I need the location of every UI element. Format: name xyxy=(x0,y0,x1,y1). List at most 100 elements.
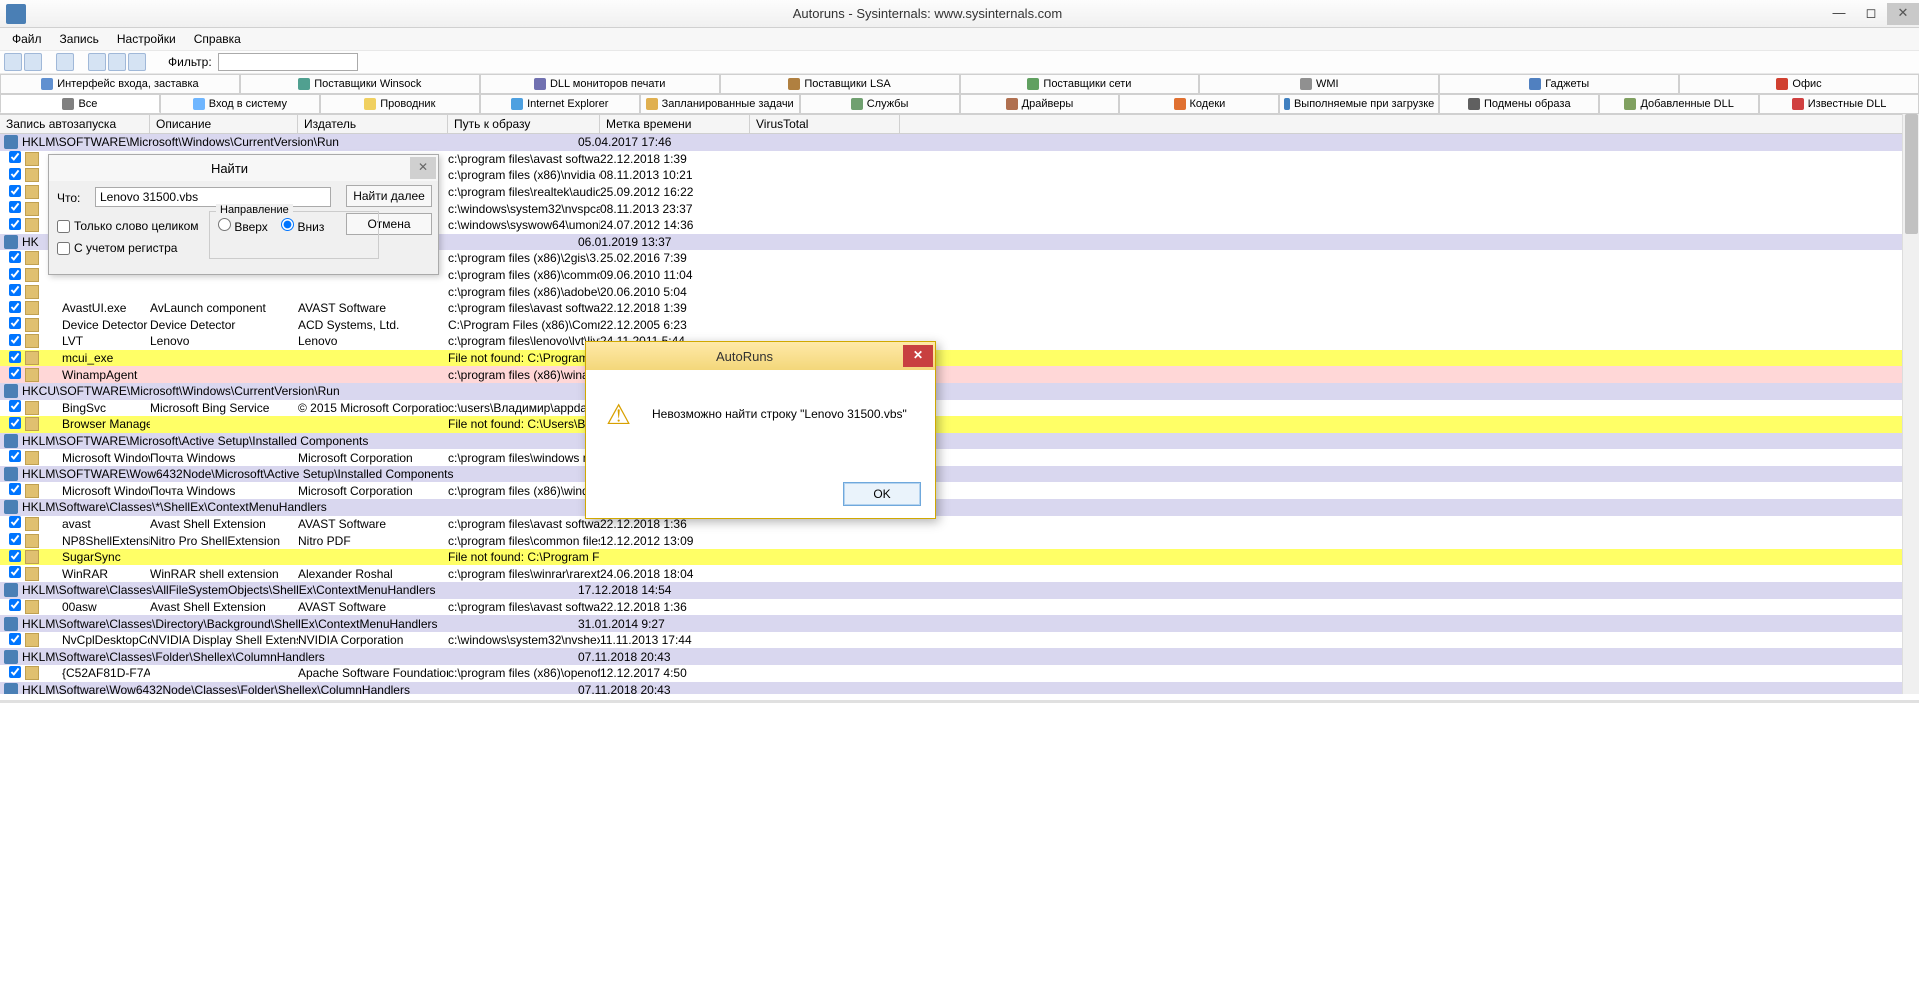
enable-checkbox[interactable] xyxy=(9,251,21,263)
tab-драйверы[interactable]: Драйверы xyxy=(960,94,1120,113)
enable-checkbox[interactable] xyxy=(9,450,21,462)
tab-проводник[interactable]: Проводник xyxy=(320,94,480,113)
registry-key-row[interactable]: HKCU\SOFTWARE\Microsoft\Windows\CurrentV… xyxy=(0,383,1919,400)
tab-internet-explorer[interactable]: Internet Explorer xyxy=(480,94,640,113)
list-item[interactable]: mcui_exeFile not found: C:\Program F xyxy=(0,350,1919,367)
close-button[interactable]: ✕ xyxy=(1887,3,1919,25)
find-next-button[interactable]: Найти далее xyxy=(346,185,432,207)
header-desc[interactable]: Описание xyxy=(150,115,298,133)
registry-key-row[interactable]: HKLM\SOFTWARE\Microsoft\Active Setup\Ins… xyxy=(0,433,1919,450)
message-dialog-close-button[interactable]: ✕ xyxy=(903,345,933,367)
minimize-button[interactable]: — xyxy=(1823,3,1855,25)
list-item[interactable]: 00aswAvast Shell ExtensionAVAST Software… xyxy=(0,599,1919,616)
tab-добавленные-dll[interactable]: Добавленные DLL xyxy=(1599,94,1759,113)
save-icon[interactable] xyxy=(4,53,22,71)
direction-up-radio[interactable]: Вверх xyxy=(218,220,268,234)
tab-dll-мониторов-печати[interactable]: DLL мониторов печати xyxy=(480,74,720,93)
registry-key-row[interactable]: HKLM\Software\Classes\Directory\Backgrou… xyxy=(0,615,1919,632)
list-item[interactable]: c:\program files (x86)\adobe\r...20.06.2… xyxy=(0,283,1919,300)
enable-checkbox[interactable] xyxy=(9,168,21,180)
enable-checkbox[interactable] xyxy=(9,566,21,578)
scrollbar-thumb[interactable] xyxy=(1905,114,1918,234)
find-dialog-title[interactable]: Найти ✕ xyxy=(49,155,438,181)
tab-поставщики-winsock[interactable]: Поставщики Winsock xyxy=(240,74,480,93)
header-pub[interactable]: Издатель xyxy=(298,115,448,133)
enable-checkbox[interactable] xyxy=(9,516,21,528)
tab-офис[interactable]: Офис xyxy=(1679,74,1919,93)
enable-checkbox[interactable] xyxy=(9,599,21,611)
registry-key-row[interactable]: HKLM\SOFTWARE\Wow6432Node\Microsoft\Acti… xyxy=(0,466,1919,483)
enable-checkbox[interactable] xyxy=(9,301,21,313)
header-img[interactable]: Путь к образу xyxy=(448,115,600,133)
list-item[interactable]: BingSvcMicrosoft Bing Service© 2015 Micr… xyxy=(0,400,1919,417)
registry-key-row[interactable]: HKLM\Software\Classes\AllFileSystemObjec… xyxy=(0,582,1919,599)
enable-checkbox[interactable] xyxy=(9,351,21,363)
list-item[interactable]: {C52AF81D-F7A0...Apache Software Foundat… xyxy=(0,665,1919,682)
tab-вход-в-систему[interactable]: Вход в систему xyxy=(160,94,320,113)
enable-checkbox[interactable] xyxy=(9,284,21,296)
tab-интерфейс-входа-заставка[interactable]: Интерфейс входа, заставка xyxy=(0,74,240,93)
menu-settings[interactable]: Настройки xyxy=(109,30,184,48)
registry-key-row[interactable]: HKLM\Software\Classes\Folder\Shellex\Col… xyxy=(0,648,1919,665)
list-item[interactable]: LVTLenovoLenovoc:\program files\lenovo\l… xyxy=(0,333,1919,350)
message-ok-button[interactable]: OK xyxy=(843,482,921,506)
tab-wmi[interactable]: WMI xyxy=(1199,74,1439,93)
tab-гаджеты[interactable]: Гаджеты xyxy=(1439,74,1679,93)
header-ts[interactable]: Метка времени xyxy=(600,115,750,133)
menu-record[interactable]: Запись xyxy=(52,30,107,48)
enable-checkbox[interactable] xyxy=(9,185,21,197)
enable-checkbox[interactable] xyxy=(9,533,21,545)
registry-key-row[interactable]: HKLM\Software\Wow6432Node\Classes\Folder… xyxy=(0,682,1919,694)
enable-checkbox[interactable] xyxy=(9,483,21,495)
menu-file[interactable]: Файл xyxy=(4,30,50,48)
list-item[interactable]: SugarSyncFile not found: C:\Program Fil.… xyxy=(0,549,1919,566)
enable-checkbox[interactable] xyxy=(9,317,21,329)
list-item[interactable]: WinampAgentc:\program files (x86)\winar xyxy=(0,366,1919,383)
registry-key-row[interactable]: HKLM\SOFTWARE\Microsoft\Windows\CurrentV… xyxy=(0,134,1919,151)
enable-checkbox[interactable] xyxy=(9,218,21,230)
enable-checkbox[interactable] xyxy=(9,334,21,346)
direction-down-radio[interactable]: Вниз xyxy=(281,220,324,234)
delete-icon[interactable] xyxy=(128,53,146,71)
list-item[interactable]: NP8ShellExtensionNitro Pro ShellExtensio… xyxy=(0,532,1919,549)
refresh-icon[interactable] xyxy=(24,53,42,71)
header-vt[interactable]: VirusTotal xyxy=(750,115,900,133)
tab-известные-dll[interactable]: Известные DLL xyxy=(1759,94,1919,113)
list-item[interactable]: Browser ManagerFile not found: C:\Users\… xyxy=(0,416,1919,433)
enable-checkbox[interactable] xyxy=(9,550,21,562)
jump-icon[interactable] xyxy=(88,53,106,71)
tab-подмены-образа[interactable]: Подмены образа xyxy=(1439,94,1599,113)
find-dialog-close-button[interactable]: ✕ xyxy=(410,157,436,179)
tab-запланированные-задачи[interactable]: Запланированные задачи xyxy=(640,94,800,113)
enable-checkbox[interactable] xyxy=(9,367,21,379)
tab-службы[interactable]: Службы xyxy=(800,94,960,113)
enable-checkbox[interactable] xyxy=(9,400,21,412)
whole-word-checkbox[interactable]: Только слово целиком xyxy=(57,219,199,233)
find-what-input[interactable] xyxy=(95,187,331,207)
message-dialog-titlebar[interactable]: AutoRuns ✕ xyxy=(586,342,935,370)
enable-checkbox[interactable] xyxy=(9,633,21,645)
vertical-scrollbar[interactable] xyxy=(1902,114,1919,694)
match-case-checkbox[interactable]: С учетом регистра xyxy=(57,241,177,255)
tab-поставщики-сети[interactable]: Поставщики сети xyxy=(960,74,1200,93)
list-item[interactable]: AvastUI.exeAvLaunch componentAVAST Softw… xyxy=(0,300,1919,317)
list-item[interactable]: Device DetectorDevice DetectorACD System… xyxy=(0,317,1919,334)
enable-checkbox[interactable] xyxy=(9,151,21,163)
filter-input[interactable] xyxy=(218,53,358,71)
properties-icon[interactable] xyxy=(108,53,126,71)
tab-кодеки[interactable]: Кодеки xyxy=(1119,94,1279,113)
registry-key-row[interactable]: HKLM\Software\Classes\*\ShellEx\ContextM… xyxy=(0,499,1919,516)
list-item[interactable]: WinRARWinRAR shell extensionAlexander Ro… xyxy=(0,565,1919,582)
list-item[interactable]: Microsoft WindowsПочта WindowsMicrosoft … xyxy=(0,449,1919,466)
tab-поставщики-lsa[interactable]: Поставщики LSA xyxy=(720,74,960,93)
maximize-button[interactable]: ◻ xyxy=(1855,3,1887,25)
enable-checkbox[interactable] xyxy=(9,666,21,678)
enable-checkbox[interactable] xyxy=(9,417,21,429)
tab-выполняемые-при-загрузке[interactable]: Выполняемые при загрузке xyxy=(1279,94,1439,113)
list-item[interactable]: Microsoft WindowsПочта WindowsMicrosoft … xyxy=(0,482,1919,499)
menu-help[interactable]: Справка xyxy=(186,30,249,48)
list-item[interactable]: NvCplDesktopCo...NVIDIA Display Shell Ex… xyxy=(0,632,1919,649)
find-icon[interactable] xyxy=(56,53,74,71)
tab-все[interactable]: Все xyxy=(0,94,160,113)
list-item[interactable]: avastAvast Shell ExtensionAVAST Software… xyxy=(0,516,1919,533)
